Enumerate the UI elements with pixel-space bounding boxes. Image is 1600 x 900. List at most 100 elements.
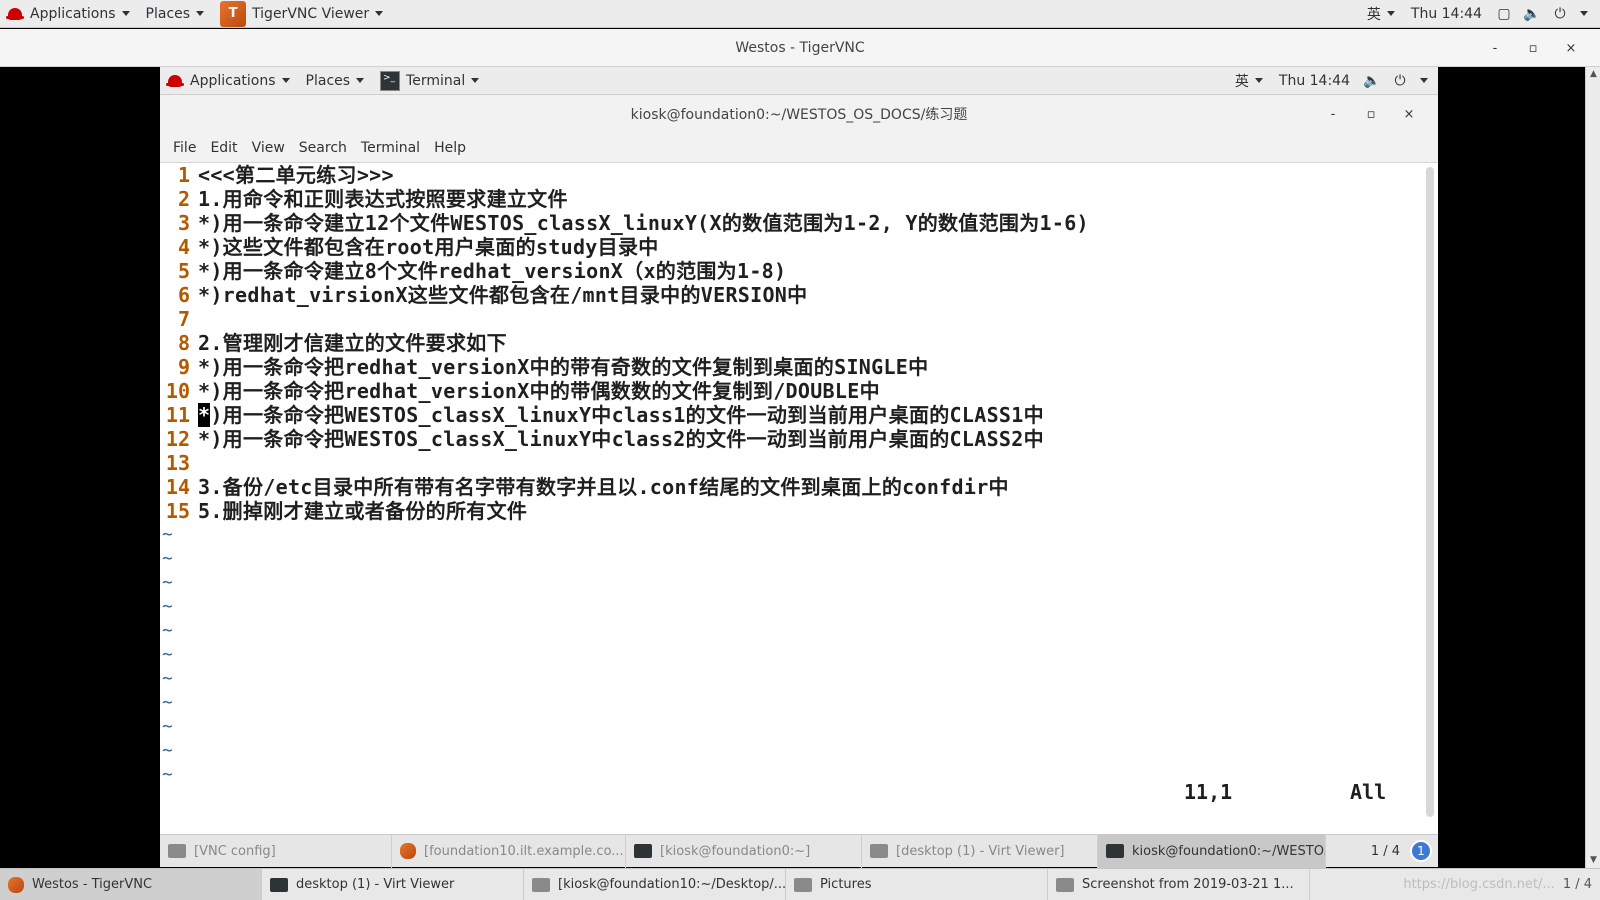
vim-line[interactable]: 1 <<<第二单元练习>>>	[160, 163, 1089, 187]
menu-search[interactable]: Search	[292, 140, 354, 156]
line-number: 14	[165, 475, 190, 499]
menu-view[interactable]: View	[245, 140, 292, 156]
terminal-maximize-button[interactable]: ▫	[1352, 95, 1390, 133]
remote-task-vnc-config[interactable]: [VNC config]	[160, 834, 392, 868]
notification-badge[interactable]: 1	[1410, 840, 1432, 862]
vnc-vertical-scrollbar[interactable]: ▲ ▼	[1585, 67, 1600, 868]
line-text: 1.用命令和正则表达式按照要求建立文件	[198, 187, 568, 211]
watermark-label: https://blog.csdn.net/...	[1403, 877, 1555, 892]
chevron-down-icon	[1254, 78, 1263, 83]
terminal-scrollbar[interactable]	[1426, 167, 1434, 817]
menu-terminal[interactable]: Terminal	[354, 140, 427, 156]
terminal-icon	[1106, 844, 1124, 858]
host-task-virt-viewer[interactable]: desktop (1) - Virt Viewer	[262, 868, 524, 900]
line-number: 4	[177, 235, 190, 259]
redhat-icon	[166, 74, 184, 87]
vim-line[interactable]: 12 *)用一条命令把WESTOS_classX_linuxY中class2的文件…	[160, 427, 1089, 451]
host-applications-label: Applications	[30, 5, 116, 22]
remote-applications-label: Applications	[190, 72, 276, 89]
terminal-body[interactable]: 1 <<<第二单元练习>>> 2 1.用命令和正则表达式按照要求建立文件 3 *)用一条命…	[160, 163, 1438, 833]
volume-icon[interactable]: 🔈	[1523, 6, 1540, 22]
vnc-window-titlebar: Westos - TigerVNC - ▫ ×	[0, 29, 1600, 67]
host-places-menu[interactable]: Places	[138, 0, 213, 28]
remote-ime-label: 英	[1234, 73, 1249, 90]
power-icon[interactable]: ⏻	[1392, 73, 1408, 89]
chevron-down-icon	[281, 78, 290, 83]
chevron-down-icon[interactable]	[1580, 11, 1588, 16]
vim-line[interactable]: 7	[160, 307, 1089, 331]
vim-line[interactable]: 11 *)用一条命令把WESTOS_classX_linuxY中class1的文件…	[160, 403, 1089, 427]
empty-line-tilde: ~	[162, 668, 173, 689]
close-button[interactable]: ×	[1552, 29, 1590, 67]
host-active-app-menu[interactable]: T TigerVNC Viewer	[212, 0, 391, 28]
empty-line-tilde: ~	[162, 716, 173, 737]
host-clock[interactable]: Thu 14:44	[1403, 0, 1490, 28]
vim-line[interactable]: 4 *)这些文件都包含在root用户桌面的study目录中	[160, 235, 1089, 259]
vim-line[interactable]: 10 *)用一条命令把redhat_versionX中的带偶数数的文件复制到/DO…	[160, 379, 1089, 403]
task-label: [foundation10.ilt.example.co...	[424, 843, 624, 859]
menu-file[interactable]: File	[166, 140, 203, 156]
host-ime-indicator[interactable]: 英	[1359, 0, 1403, 28]
chevron-down-icon	[121, 11, 130, 16]
scroll-up-icon[interactable]: ▲	[1586, 67, 1600, 82]
task-label: desktop (1) - Virt Viewer	[296, 877, 455, 892]
host-taskbar: Westos - TigerVNC desktop (1) - Virt Vie…	[0, 868, 1600, 900]
vim-buffer[interactable]: 1 <<<第二单元练习>>> 2 1.用命令和正则表达式按照要求建立文件 3 *)用一条命…	[160, 163, 1089, 787]
remote-clock-label: Thu 14:44	[1278, 72, 1350, 89]
maximize-button[interactable]: ▫	[1514, 29, 1552, 67]
remote-task-westos-terminal[interactable]: kiosk@foundation0:~/WESTO...	[1098, 834, 1326, 868]
host-task-westos-vnc[interactable]: Westos - TigerVNC	[0, 868, 262, 900]
scroll-down-icon[interactable]: ▼	[1586, 853, 1600, 868]
minimize-button[interactable]: -	[1476, 29, 1514, 67]
vim-line[interactable]: 5 *)用一条命令建立8个文件redhat_versionX（x的范围为1-8)	[160, 259, 1089, 283]
host-places-label: Places	[145, 5, 191, 22]
vim-line[interactable]: 8 2.管理刚才信建立的文件要求如下	[160, 331, 1089, 355]
vim-line[interactable]: 13	[160, 451, 1089, 475]
host-task-screenshot[interactable]: Screenshot from 2019-03-21 1...	[1048, 868, 1310, 900]
empty-line-tilde: ~	[162, 692, 173, 713]
terminal-minimize-button[interactable]: -	[1314, 95, 1352, 133]
tigervnc-icon	[400, 843, 416, 859]
remote-taskbar: [VNC config] [foundation10.ilt.example.c…	[160, 834, 1438, 868]
vim-line[interactable]: 9 *)用一条命令把redhat_versionX中的带有奇数的文件复制到桌面的S…	[160, 355, 1089, 379]
terminal-titlebar: kiosk@foundation0:~/WESTOS_OS_DOCS/练习题 -…	[160, 95, 1438, 133]
menu-edit[interactable]: Edit	[203, 140, 244, 156]
host-active-app-label: TigerVNC Viewer	[252, 5, 370, 22]
vim-line[interactable]: 6 *)redhat_virsionX这些文件都包含在/mnt目录中的VERSIO…	[160, 283, 1089, 307]
line-number: 10	[165, 379, 190, 403]
vim-cursor-position: 11,1	[1184, 780, 1233, 804]
menu-help[interactable]: Help	[427, 140, 473, 156]
remote-applications-menu[interactable]: Applications	[160, 67, 298, 95]
host-task-kiosk-terminal[interactable]: [kiosk@foundation10:~/Desktop/...	[524, 868, 786, 900]
vim-line[interactable]: 2 1.用命令和正则表达式按照要求建立文件	[160, 187, 1089, 211]
volume-icon[interactable]: 🔈	[1363, 73, 1380, 89]
remote-active-app-menu[interactable]: >_ Terminal	[372, 67, 487, 95]
line-text: *)用一条命令建立8个文件redhat_versionX（x的范围为1-8)	[198, 259, 787, 283]
line-number: 12	[165, 427, 190, 451]
line-text: *)用一条命令把redhat_versionX中的带有奇数的文件复制到桌面的SI…	[198, 355, 929, 379]
remote-ime-indicator[interactable]: 英	[1227, 67, 1271, 95]
vnc-window-title: Westos - TigerVNC	[735, 39, 865, 56]
tigervnc-icon	[8, 876, 24, 893]
remote-places-menu[interactable]: Places	[298, 67, 373, 95]
remote-workspace-pager[interactable]: 1 / 4 1	[1365, 835, 1438, 868]
host-task-pictures[interactable]: Pictures	[786, 868, 1048, 900]
power-icon[interactable]: ⏻	[1552, 6, 1568, 22]
remote-task-foundation10[interactable]: [foundation10.ilt.example.co...	[392, 834, 626, 868]
host-applications-menu[interactable]: Applications	[0, 0, 138, 28]
line-number: 11	[165, 403, 190, 427]
remote-task-kiosk-terminal[interactable]: [kiosk@foundation0:~]	[626, 834, 862, 868]
remote-task-virt-viewer[interactable]: [desktop (1) - Virt Viewer]	[862, 834, 1098, 868]
remote-clock[interactable]: Thu 14:44	[1271, 67, 1358, 95]
terminal-close-button[interactable]: ×	[1390, 95, 1428, 133]
chevron-down-icon	[375, 11, 384, 16]
window-icon[interactable]: ▢	[1496, 6, 1512, 22]
empty-line-tilde: ~	[162, 524, 173, 545]
line-number: 13	[165, 451, 190, 475]
host-pager-label[interactable]: 1 / 4	[1563, 877, 1592, 892]
chevron-down-icon[interactable]	[1420, 78, 1428, 83]
vim-line[interactable]: 15 5.删掉刚才建立或者备份的所有文件	[160, 499, 1089, 523]
vim-line[interactable]: 3 *)用一条命令建立12个文件WESTOS_classX_linuxY(X的数值…	[160, 211, 1089, 235]
vim-line[interactable]: 14 3.备份/etc目录中所有带有名字带有数字并且以.conf结尾的文件到桌面上…	[160, 475, 1089, 499]
line-text: 5.删掉刚才建立或者备份的所有文件	[198, 499, 528, 523]
